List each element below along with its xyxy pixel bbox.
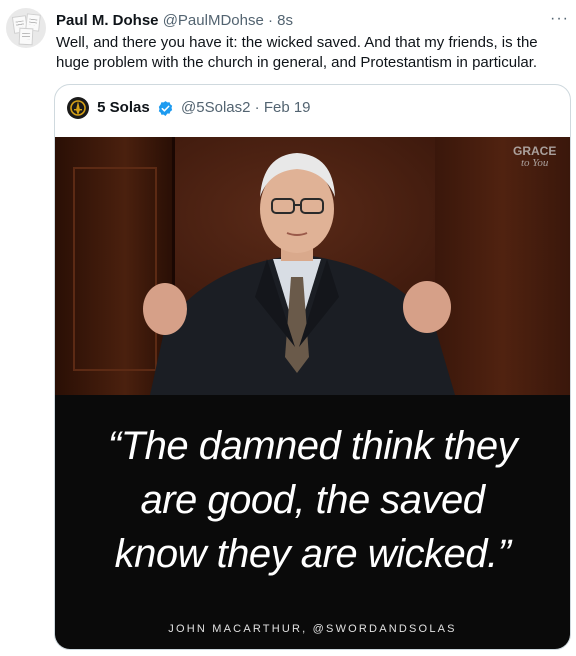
quoted-display-name[interactable]: 5 Solas [97, 99, 150, 116]
quote-text: “The damned think they are good, the sav… [55, 419, 570, 581]
timestamp[interactable]: 8s [277, 12, 293, 29]
quoted-header: 5 Solas @5Solas2 · Feb 19 [67, 97, 311, 120]
more-horizontal-icon[interactable]: ··· [550, 10, 569, 28]
quote-line: know they are wicked.” [114, 532, 511, 576]
quote-attribution: JOHN MACARTHUR, @SWORDANDSOLAS [168, 623, 457, 635]
sword-logo-icon [67, 97, 89, 119]
avatar[interactable] [6, 8, 46, 48]
quoted-tweet[interactable]: 5 Solas @5Solas2 · Feb 19 GRACE to You “… [54, 84, 571, 650]
quoted-handle[interactable]: @5Solas2 [181, 99, 250, 116]
handle[interactable]: @PaulMDohse [163, 12, 264, 29]
tweet[interactable]: Paul M. Dohse @PaulMDohse · 8s ··· Well,… [0, 0, 576, 656]
paper-shape [18, 27, 34, 46]
quote-image[interactable]: GRACE to You “The damned think they are … [55, 137, 570, 649]
grace-to-you-watermark: GRACE to You [513, 145, 556, 169]
speaker-figure [143, 153, 455, 395]
video-still: GRACE to You [55, 137, 570, 395]
quoted-avatar[interactable] [67, 97, 89, 120]
separator: · [267, 12, 273, 29]
display-name[interactable]: Paul M. Dohse [56, 12, 159, 29]
watermark-line1: GRACE [513, 144, 557, 158]
quoted-date[interactable]: Feb 19 [264, 99, 311, 116]
verified-badge-icon [158, 100, 173, 116]
tweet-header: Paul M. Dohse @PaulMDohse · 8s [56, 11, 293, 30]
quote-line: are good, the saved [140, 478, 485, 522]
separator: · [254, 99, 260, 117]
tweet-text: Well, and there you have it: the wicked … [56, 34, 538, 71]
watermark-line2: to You [520, 157, 549, 169]
quote-line: “The damned think they [107, 424, 518, 468]
